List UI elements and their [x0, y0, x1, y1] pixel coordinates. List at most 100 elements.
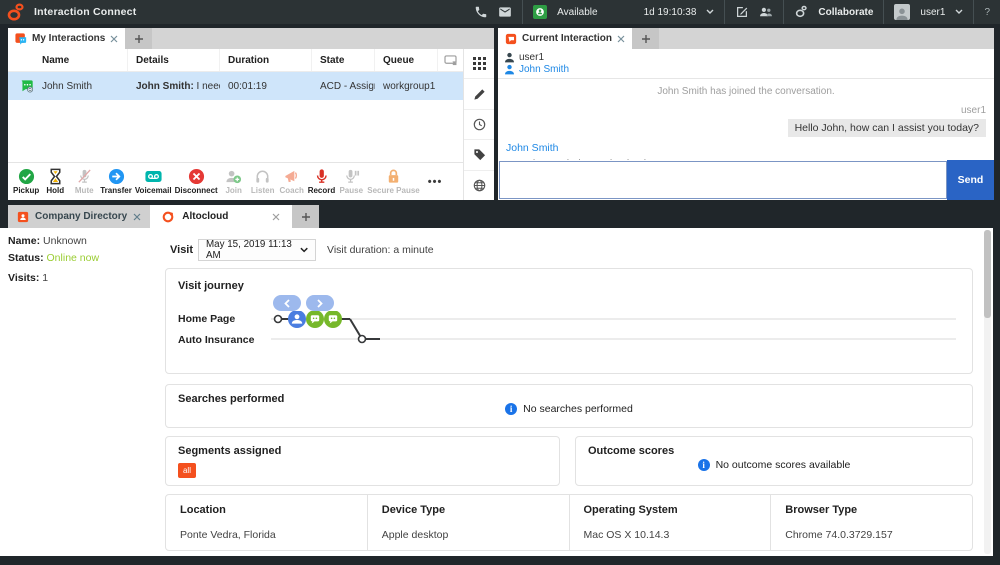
new-tab-button[interactable] — [125, 28, 152, 49]
compose-icon[interactable] — [735, 5, 749, 19]
column-header-state[interactable]: State — [312, 49, 375, 71]
column-header-details[interactable]: Details — [128, 49, 220, 71]
chevron-down-icon[interactable] — [706, 9, 714, 15]
row-details: John Smith: I need so... — [128, 81, 220, 92]
column-settings-icon[interactable] — [444, 55, 457, 66]
participants-list: user1 John Smith — [498, 49, 994, 79]
row-duration: 00:01:19 — [220, 81, 312, 92]
close-icon[interactable] — [110, 35, 118, 43]
visit-journey-card: Visit journey Home Page Auto Insurance — [165, 268, 973, 374]
pickup-button[interactable]: Pickup — [13, 168, 39, 195]
outcomes-title: Outcome scores — [588, 445, 674, 457]
journey-page-label: Auto Insurance — [178, 334, 254, 346]
record-button[interactable]: Record — [308, 168, 336, 195]
visit-duration: Visit duration: a minute — [327, 244, 434, 256]
searches-empty-text: No searches performed — [523, 403, 633, 415]
visitor-info: Name: Unknown Status: Online now Visits:… — [8, 235, 99, 289]
tab-label: Current Interaction — [522, 33, 612, 44]
tab-label: My Interactions — [32, 33, 105, 44]
row-queue: workgroup1 — [375, 81, 438, 92]
altocloud-panel: Name: Unknown Status: Online now Visits:… — [0, 228, 993, 556]
segment-badge[interactable]: all — [178, 463, 196, 478]
side-tool-strip — [463, 49, 494, 200]
new-tab-button[interactable] — [632, 28, 659, 49]
user-menu[interactable]: user1 — [884, 0, 973, 24]
row-name: John Smith — [42, 81, 92, 92]
grid-icon — [473, 57, 486, 70]
top-bar: Interaction Connect Available 1d 19:10:3… — [0, 0, 1000, 24]
pause-button: Pause — [338, 168, 364, 195]
record-icon — [313, 168, 330, 185]
scrollbar-track[interactable] — [984, 230, 991, 554]
email-icon[interactable] — [498, 5, 512, 19]
hold-icon — [47, 168, 64, 185]
visit-label: Visit — [170, 244, 193, 256]
new-tab-button[interactable] — [292, 205, 319, 228]
journey-prev-button[interactable] — [273, 295, 301, 311]
column-header-queue[interactable]: Queue — [375, 49, 438, 71]
message-input[interactable] — [499, 161, 947, 199]
disconnect-icon — [188, 168, 205, 185]
close-icon[interactable] — [272, 213, 280, 221]
disconnect-button[interactable]: Disconnect — [175, 168, 218, 195]
genesys-logo-icon — [6, 3, 26, 21]
pencil-icon — [473, 88, 486, 101]
interactions-empty-area — [8, 100, 463, 162]
interaction-row[interactable]: John Smith John Smith: I need so... 00:0… — [8, 72, 463, 100]
journey-next-button[interactable] — [306, 295, 334, 311]
detail-operating-system: Operating System Mac OS X 10.14.3 — [570, 495, 772, 550]
status-section[interactable]: Available 1d 19:10:38 — [523, 0, 724, 24]
column-header-name[interactable]: Name — [8, 49, 128, 71]
segments-title: Segments assigned — [178, 445, 281, 457]
help-button[interactable]: ? — [984, 7, 990, 18]
tab-altocloud[interactable]: Altocloud — [150, 205, 292, 228]
mute-icon — [76, 168, 93, 185]
device-details-card: Location Ponte Vedra, Florida Device Typ… — [165, 494, 973, 551]
collaborate-button[interactable]: Collaborate — [784, 0, 883, 24]
plus-icon — [302, 213, 310, 221]
listen-icon — [254, 168, 271, 185]
tag-icon — [473, 148, 486, 161]
history-button[interactable] — [464, 110, 494, 140]
chat-interaction-icon — [20, 79, 34, 93]
hold-button[interactable]: Hold — [42, 168, 68, 195]
tab-company-directory[interactable]: Company Directory — [8, 205, 150, 228]
apps-grid-button[interactable] — [464, 49, 494, 79]
altocloud-tab-icon — [162, 211, 174, 223]
bottom-tabbar: Company Directory Altocloud — [8, 205, 319, 228]
voicemail-button[interactable]: Voicemail — [135, 168, 172, 195]
column-header-duration[interactable]: Duration — [220, 49, 312, 71]
interactions-tabbar: My Interactions — [8, 28, 494, 49]
chat-tabbar: Current Interaction — [498, 28, 994, 49]
agent-message: Hello John, how can I assist you today? — [788, 119, 986, 137]
more-actions-button[interactable]: ••• — [425, 176, 446, 188]
people-icon[interactable] — [759, 5, 773, 19]
close-icon[interactable] — [617, 35, 625, 43]
app-title: Interaction Connect — [34, 6, 136, 18]
agent-message-sender: user1 — [506, 105, 986, 116]
tab-my-interactions[interactable]: My Interactions — [8, 28, 125, 49]
visit-date-dropdown[interactable]: May 15, 2019 11:13 AM — [198, 239, 316, 261]
secure-pause-icon — [385, 168, 402, 185]
detail-device-type: Device Type Apple desktop — [368, 495, 570, 550]
send-button[interactable]: Send — [947, 160, 994, 200]
participant-customer[interactable]: John Smith — [504, 64, 988, 75]
coach-button: Coach — [279, 168, 305, 195]
tab-current-interaction[interactable]: Current Interaction — [498, 28, 632, 49]
transfer-button[interactable]: Transfer — [100, 168, 132, 195]
scrollbar-thumb[interactable] — [984, 230, 991, 318]
journey-title: Visit journey — [178, 280, 244, 292]
tags-button[interactable] — [464, 140, 494, 170]
plus-icon — [135, 35, 143, 43]
close-icon[interactable] — [133, 213, 141, 221]
visit-date-value: May 15, 2019 11:13 AM — [206, 239, 300, 261]
web-tools-button[interactable] — [464, 171, 494, 200]
system-message: John Smith has joined the conversation. — [506, 86, 986, 97]
phone-icon[interactable] — [474, 5, 488, 19]
voicemail-icon — [145, 168, 162, 185]
chat-tab-icon — [505, 33, 517, 45]
participant-agent[interactable]: user1 — [504, 52, 988, 63]
notes-button[interactable] — [464, 79, 494, 109]
journey-page-label: Home Page — [178, 313, 235, 325]
clock-icon — [473, 118, 486, 131]
